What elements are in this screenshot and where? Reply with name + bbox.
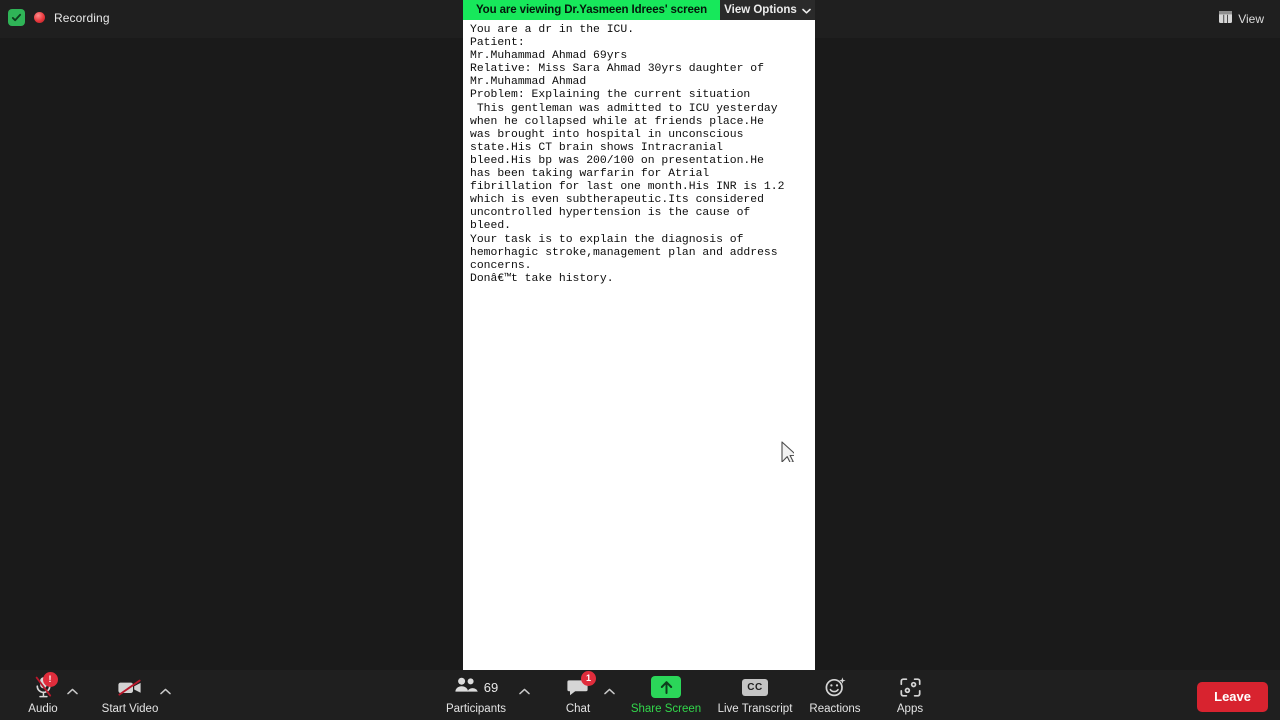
audio-options-chevron-up-icon[interactable] xyxy=(67,687,78,698)
shared-screen-region: You are viewing Dr.Yasmeen Idrees' scree… xyxy=(463,0,815,670)
audio-alert-badge: ! xyxy=(42,672,58,687)
view-button-label: View xyxy=(1238,12,1264,26)
recording-dot-icon xyxy=(34,12,45,23)
toolbar-reactions-button[interactable]: Reactions xyxy=(798,674,872,715)
grid-view-icon xyxy=(1219,10,1233,28)
smiley-sparkle-icon xyxy=(824,674,847,700)
toolbar-live-transcript-label: Live Transcript xyxy=(717,703,793,715)
sharing-banner-text: You are viewing Dr.Yasmeen Idrees' scree… xyxy=(475,4,708,16)
toolbar-apps-label: Apps xyxy=(896,703,924,715)
view-button[interactable]: View xyxy=(1213,8,1270,30)
arrow-pointer-cursor xyxy=(777,440,798,467)
toolbar-share-screen-button[interactable]: Share Screen xyxy=(629,674,703,715)
toolbar-participants-label: Participants xyxy=(445,703,507,715)
speech-bubble-icon: 1 xyxy=(567,671,596,700)
toolbar-apps-button[interactable]: Apps xyxy=(873,674,947,715)
toolbar-reactions-label: Reactions xyxy=(809,703,861,715)
toolbar-audio-label: Audio xyxy=(28,703,58,715)
leave-meeting-button[interactable]: Leave xyxy=(1197,682,1268,712)
view-options-label: View Options xyxy=(724,4,797,16)
participants-options-chevron-up-icon[interactable] xyxy=(519,687,530,698)
view-options-button[interactable]: View Options xyxy=(720,0,815,20)
toolbar-share-screen-label: Share Screen xyxy=(630,703,702,715)
chat-options-chevron-up-icon[interactable] xyxy=(604,687,615,698)
toolbar-start-video-button[interactable]: Start Video xyxy=(93,674,167,715)
camera-off-icon xyxy=(117,674,143,700)
recording-status: Recording xyxy=(8,9,110,26)
chevron-down-icon xyxy=(802,1,811,19)
share-arrow-up-icon xyxy=(651,676,681,698)
bottom-toolbar: ! Audio Start Video 69 Participants 1 Ch… xyxy=(0,670,1280,720)
video-options-chevron-up-icon[interactable] xyxy=(160,687,171,698)
leave-button-label: Leave xyxy=(1214,689,1251,704)
toolbar-chat-label: Chat xyxy=(565,703,591,715)
toolbar-start-video-label: Start Video xyxy=(101,703,159,715)
shield-check-icon xyxy=(8,9,25,26)
apps-bracket-icon xyxy=(899,674,922,700)
chat-unread-badge: 1 xyxy=(581,671,596,686)
microphone-muted-icon: ! xyxy=(34,672,58,700)
shared-document-text: You are a dr in the ICU. Patient: Mr.Muh… xyxy=(470,24,785,285)
toolbar-live-transcript-button[interactable]: CC Live Transcript xyxy=(718,674,792,715)
sharing-banner: You are viewing Dr.Yasmeen Idrees' scree… xyxy=(463,0,720,20)
toolbar-participants-button[interactable]: 69 Participants xyxy=(439,674,513,715)
participants-count: 69 xyxy=(483,679,499,695)
closed-caption-icon: CC xyxy=(742,678,768,696)
recording-label: Recording xyxy=(54,10,110,25)
people-icon xyxy=(454,676,479,699)
shared-document: You are a dr in the ICU. Patient: Mr.Muh… xyxy=(463,20,815,670)
